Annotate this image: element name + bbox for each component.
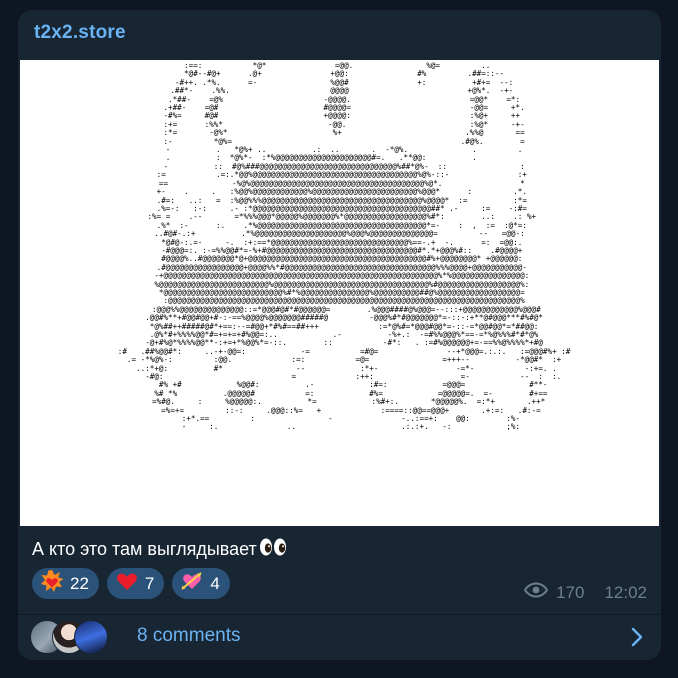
- post-time: 12:02: [604, 582, 647, 602]
- post-caption: А кто это там выглядывает: [32, 537, 287, 562]
- comments-button[interactable]: 8 comments: [18, 615, 661, 660]
- reaction-count: 22: [70, 573, 89, 593]
- explosion-heart-emoji: [40, 569, 64, 598]
- eye-icon: [523, 582, 549, 603]
- post-meta: 170 12:02: [523, 582, 647, 603]
- reaction-heart-arrow[interactable]: 4: [172, 568, 230, 599]
- commenter-avatars: [30, 620, 124, 654]
- channel-post: t2x2.store :==: *@* =@@. %@= .. *@#--#@+…: [18, 10, 661, 660]
- reactions-bar: 22 7 4: [32, 568, 230, 599]
- comments-label: 8 comments: [137, 625, 241, 646]
- reaction-red-heart[interactable]: 7: [106, 568, 165, 599]
- reaction-count: 7: [144, 573, 155, 593]
- red-heart-emoji: [115, 569, 139, 598]
- ascii-art: :==: *@* =@@. %@= .. *@#--#@+ .@+ +@@: #…: [117, 61, 571, 432]
- avatar: [74, 620, 108, 654]
- reaction-explosion-heart[interactable]: 22: [32, 568, 99, 599]
- post-image[interactable]: :==: *@* =@@. %@= .. *@#--#@+ .@+ +@@: #…: [20, 60, 659, 526]
- heart-arrow-emoji: [180, 569, 204, 598]
- caption-text: А кто это там выглядывает: [32, 539, 257, 559]
- eyes-emoji: [259, 537, 287, 562]
- views-count: 170: [556, 582, 585, 602]
- reaction-count: 4: [210, 573, 220, 593]
- chevron-right-icon: [631, 627, 643, 652]
- channel-name[interactable]: t2x2.store: [34, 22, 126, 44]
